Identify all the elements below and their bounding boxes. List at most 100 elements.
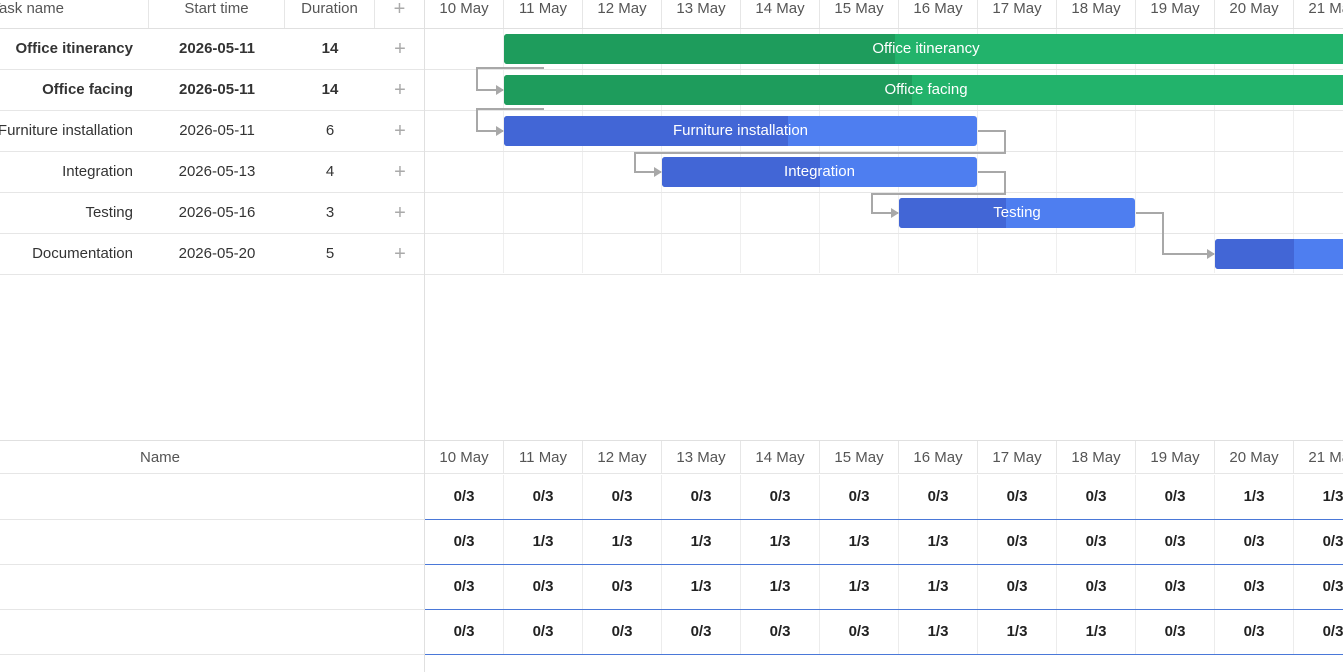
- scale-day-label: 21 May: [1294, 0, 1343, 28]
- resource-load-cell[interactable]: 1/3: [1057, 610, 1136, 654]
- resource-name-row[interactable]: [0, 565, 425, 610]
- resource-load-cell[interactable]: 1/3: [899, 610, 978, 654]
- bar-label: Testing: [993, 204, 1041, 221]
- resource-load-cell[interactable]: 1/3: [583, 520, 662, 564]
- task-name-cell[interactable]: Furniture installation: [0, 111, 149, 151]
- resource-load-cell[interactable]: 0/3: [425, 475, 504, 519]
- resource-load-cell[interactable]: 0/3: [583, 610, 662, 654]
- resource-load-cell[interactable]: 0/3: [1136, 610, 1215, 654]
- resource-load-row[interactable]: 0/3 0/3 0/3 1/3 1/3 1/3 1/3 0/3 0/3 0/3 0/3 0/3: [425, 565, 1343, 610]
- resource-load-cell[interactable]: 0/3: [1294, 565, 1343, 609]
- resource-load-cell[interactable]: 0/3: [425, 610, 504, 654]
- resource-load-cell[interactable]: 0/3: [1215, 520, 1294, 564]
- resource-load-row[interactable]: 0/3 0/3 0/3 0/3 0/3 0/3 1/3 1/3 1/3 0/3 0/3 0/3: [425, 610, 1343, 655]
- add-subtask-icon[interactable]: +: [375, 70, 425, 110]
- timeline-row[interactable]: [425, 234, 1343, 275]
- task-name-cell[interactable]: Testing: [0, 193, 149, 233]
- gantt-bar-project[interactable]: Office facing: [504, 75, 1343, 105]
- task-row[interactable]: Integration 2026-05-13 4 +: [0, 152, 425, 193]
- resource-load-cell[interactable]: 0/3: [820, 610, 899, 654]
- resource-load-cell[interactable]: 1/3: [662, 565, 741, 609]
- task-row[interactable]: Office facing 2026-05-11 14 +: [0, 70, 425, 111]
- column-header-duration[interactable]: Duration: [285, 0, 375, 28]
- resource-timeline-scale: 10 May 11 May 12 May 13 May 14 May 15 May 16 M…: [425, 441, 1343, 474]
- resource-load-cell[interactable]: 1/3: [820, 565, 899, 609]
- resource-load-cell[interactable]: 0/3: [1294, 520, 1343, 564]
- task-name-cell[interactable]: Documentation: [0, 234, 149, 274]
- resource-name-row[interactable]: [0, 520, 425, 565]
- resource-load-cell[interactable]: 1/3: [504, 520, 583, 564]
- add-subtask-icon[interactable]: +: [375, 193, 425, 233]
- gantt-bar-project[interactable]: Office itinerancy: [504, 34, 1343, 64]
- resource-load-cell[interactable]: 1/3: [741, 520, 820, 564]
- resource-name-row[interactable]: [0, 610, 425, 655]
- bar-progress: [1215, 239, 1294, 269]
- gantt-bar-task[interactable]: [1215, 239, 1343, 269]
- resource-load-cell[interactable]: 0/3: [662, 610, 741, 654]
- scale-day-label: 19 May: [1136, 0, 1215, 28]
- resource-load-cell[interactable]: 0/3: [1057, 520, 1136, 564]
- task-name-cell[interactable]: Office itinerancy: [0, 29, 149, 69]
- resource-load-cell[interactable]: 0/3: [1057, 475, 1136, 519]
- scale-day-label: 15 May: [820, 0, 899, 28]
- gantt-bar-task[interactable]: Testing: [899, 198, 1135, 228]
- task-row[interactable]: Testing 2026-05-16 3 +: [0, 193, 425, 234]
- add-task-header-icon[interactable]: +: [375, 0, 425, 28]
- task-name-cell[interactable]: Integration: [0, 152, 149, 192]
- resource-load-row[interactable]: 0/3 0/3 0/3 0/3 0/3 0/3 0/3 0/3 0/3 0/3 1/3 1/3: [425, 475, 1343, 520]
- resource-load-cell[interactable]: 0/3: [899, 475, 978, 519]
- resource-load-cell[interactable]: 0/3: [504, 475, 583, 519]
- resource-load-row[interactable]: 0/3 1/3 1/3 1/3 1/3 1/3 1/3 0/3 0/3 0/3 0/3 0/3: [425, 520, 1343, 565]
- resource-load-cell[interactable]: 1/3: [899, 520, 978, 564]
- task-row[interactable]: Furniture installation 2026-05-11 6 +: [0, 111, 425, 152]
- resource-scale-day-label: 14 May: [741, 441, 820, 474]
- resource-load-cell[interactable]: 0/3: [662, 475, 741, 519]
- resource-load-cell[interactable]: 0/3: [978, 565, 1057, 609]
- resource-load-cell[interactable]: 0/3: [583, 565, 662, 609]
- resource-load-cell[interactable]: 0/3: [1136, 565, 1215, 609]
- resource-load-cell[interactable]: 1/3: [899, 565, 978, 609]
- resource-load-cell[interactable]: 0/3: [1294, 610, 1343, 654]
- resource-load-cell[interactable]: 0/3: [978, 520, 1057, 564]
- resource-splitter: [424, 441, 425, 672]
- task-duration-cell: 14: [321, 40, 339, 57]
- resource-load-cell[interactable]: 1/3: [978, 610, 1057, 654]
- scale-day-label: 12 May: [583, 0, 662, 28]
- add-subtask-icon[interactable]: +: [375, 234, 425, 274]
- resource-load-cell[interactable]: 0/3: [425, 565, 504, 609]
- resource-load-cell[interactable]: 0/3: [978, 475, 1057, 519]
- task-row[interactable]: Office itinerancy 2026-05-11 14 +: [0, 29, 425, 70]
- resource-load-cell[interactable]: 0/3: [1215, 565, 1294, 609]
- resource-load-cell[interactable]: 0/3: [1136, 475, 1215, 519]
- task-start-cell: 2026-05-11: [179, 40, 255, 57]
- add-subtask-icon[interactable]: +: [375, 111, 425, 151]
- resource-load-cell[interactable]: 0/3: [741, 475, 820, 519]
- gantt-bar-task[interactable]: Integration: [662, 157, 977, 187]
- resource-load-cell[interactable]: 0/3: [425, 520, 504, 564]
- resource-load-cell[interactable]: 1/3: [1294, 475, 1343, 519]
- resource-load-cell[interactable]: 1/3: [741, 565, 820, 609]
- task-row[interactable]: Documentation 2026-05-20 5 +: [0, 234, 425, 275]
- resource-load-cell[interactable]: 0/3: [504, 610, 583, 654]
- resource-load-cell[interactable]: 1/3: [1215, 475, 1294, 519]
- resource-load-cell[interactable]: 1/3: [662, 520, 741, 564]
- bar-label: Office facing: [884, 81, 968, 98]
- column-header-start-time[interactable]: Start time: [149, 0, 285, 28]
- resource-load-cell[interactable]: 0/3: [820, 475, 899, 519]
- add-subtask-icon[interactable]: +: [375, 152, 425, 192]
- timeline-row[interactable]: [425, 193, 1343, 234]
- column-header-task-name[interactable]: Task name: [0, 0, 149, 28]
- task-name-cell[interactable]: Office facing: [0, 70, 149, 110]
- task-duration-cell: 5: [325, 245, 335, 262]
- resource-scale-day-label: 18 May: [1057, 441, 1136, 474]
- add-subtask-icon[interactable]: +: [375, 29, 425, 69]
- resource-load-cell[interactable]: 0/3: [741, 610, 820, 654]
- resource-load-cell[interactable]: 0/3: [1057, 565, 1136, 609]
- resource-load-cell[interactable]: 1/3: [820, 520, 899, 564]
- resource-load-cell[interactable]: 0/3: [1136, 520, 1215, 564]
- gantt-bar-task[interactable]: Furniture installation: [504, 116, 977, 146]
- resource-load-cell[interactable]: 0/3: [583, 475, 662, 519]
- resource-name-row[interactable]: [0, 475, 425, 520]
- resource-load-cell[interactable]: 0/3: [504, 565, 583, 609]
- resource-load-cell[interactable]: 0/3: [1215, 610, 1294, 654]
